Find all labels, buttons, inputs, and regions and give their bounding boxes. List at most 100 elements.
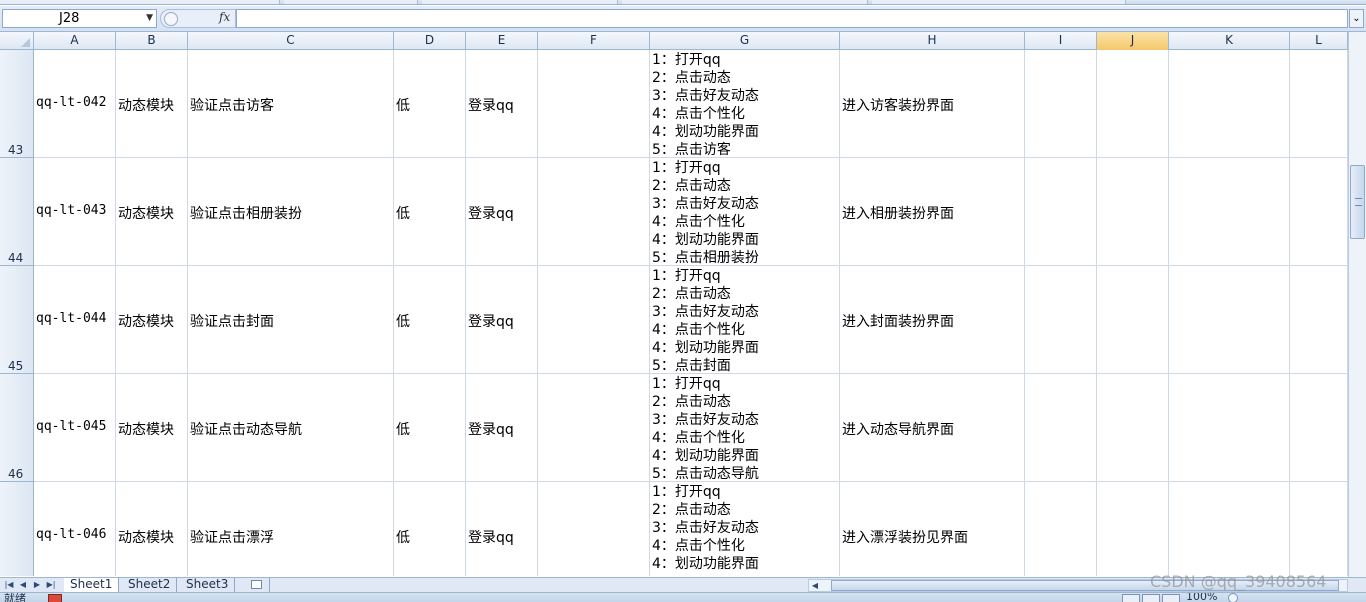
cell-col-c[interactable]: 验证点击漂浮 bbox=[188, 482, 394, 576]
name-box[interactable]: J28 ▼ bbox=[2, 9, 157, 28]
cell-col-k[interactable] bbox=[1169, 158, 1290, 266]
formula-input[interactable] bbox=[236, 9, 1348, 28]
cell-col-a[interactable]: qq-lt-045 bbox=[34, 374, 116, 482]
zoom-level[interactable]: 100% bbox=[1186, 593, 1217, 602]
cell-col-e[interactable]: 登录qq bbox=[466, 374, 538, 482]
sheet-tab-2[interactable]: Sheet2 bbox=[122, 578, 178, 592]
column-header-k[interactable]: K bbox=[1169, 32, 1290, 50]
page-break-view-icon[interactable] bbox=[1162, 594, 1180, 602]
scroll-left-icon[interactable]: ◀ bbox=[809, 580, 821, 591]
first-sheet-icon[interactable]: |◀ bbox=[3, 579, 15, 591]
cell-col-h[interactable]: 进入封面装扮界面 bbox=[840, 266, 1025, 374]
vertical-scrollbar[interactable] bbox=[1348, 32, 1366, 577]
cell-col-i[interactable] bbox=[1025, 266, 1097, 374]
cell-col-d[interactable]: 低 bbox=[394, 266, 466, 374]
cell-col-j[interactable] bbox=[1097, 482, 1169, 576]
column-header-j[interactable]: J bbox=[1097, 32, 1169, 50]
cell-col-h[interactable]: 进入相册装扮界面 bbox=[840, 158, 1025, 266]
cell-col-e[interactable]: 登录qq bbox=[466, 482, 538, 576]
cell-col-b[interactable]: 动态模块 bbox=[116, 158, 188, 266]
cell-col-c[interactable]: 验证点击相册装扮 bbox=[188, 158, 394, 266]
cell-col-c[interactable]: 验证点击访客 bbox=[188, 50, 394, 158]
cell-col-g[interactable]: 1：打开qq 2：点击动态 3：点击好友动态 4：点击个性化 4：划动功能界面 5：点击访… bbox=[650, 50, 840, 158]
cell-col-g[interactable]: 1：打开qq 2：点击动态 3：点击好友动态 4：点击个性化 4：划动功能界面 5：点击相… bbox=[650, 158, 840, 266]
cell-col-a[interactable]: qq-lt-042 bbox=[34, 50, 116, 158]
cell-col-f[interactable] bbox=[538, 482, 650, 576]
column-header-b[interactable]: B bbox=[116, 32, 188, 50]
cell-col-d[interactable]: 低 bbox=[394, 482, 466, 576]
column-header-e[interactable]: E bbox=[466, 32, 538, 50]
expand-icon[interactable]: ⌄ bbox=[1349, 9, 1364, 28]
cell-col-e[interactable]: 登录qq bbox=[466, 266, 538, 374]
last-sheet-icon[interactable]: ▶| bbox=[45, 579, 57, 591]
cell-col-d[interactable]: 低 bbox=[394, 374, 466, 482]
row-header[interactable]: 43 bbox=[0, 50, 34, 158]
macro-record-icon[interactable] bbox=[48, 594, 62, 602]
row-header[interactable]: 46 bbox=[0, 374, 34, 482]
cell-col-i[interactable] bbox=[1025, 482, 1097, 576]
cell-col-g[interactable]: 1：打开qq 2：点击动态 3：点击好友动态 4：点击个性化 4：划动功能界面 5：点击封… bbox=[650, 266, 840, 374]
cancel-icon[interactable] bbox=[164, 12, 178, 26]
cell-col-h[interactable]: 进入访客装扮界面 bbox=[840, 50, 1025, 158]
sheet-tab-1[interactable]: Sheet1 bbox=[64, 578, 120, 592]
cell-col-j[interactable] bbox=[1097, 50, 1169, 158]
cell-col-b[interactable]: 动态模块 bbox=[116, 266, 188, 374]
column-header-h[interactable]: H bbox=[840, 32, 1025, 50]
row-header[interactable]: 47 bbox=[0, 482, 34, 576]
cell-col-g[interactable]: 1：打开qq 2：点击动态 3：点击好友动态 4：点击个性化 4：划动功能界面 bbox=[650, 482, 840, 576]
insert-sheet-button[interactable] bbox=[246, 578, 270, 592]
column-header-c[interactable]: C bbox=[188, 32, 394, 50]
chevron-down-icon[interactable]: ▼ bbox=[146, 10, 153, 27]
cell-col-a[interactable]: qq-lt-044 bbox=[34, 266, 116, 374]
cell-col-i[interactable] bbox=[1025, 158, 1097, 266]
column-header-d[interactable]: D bbox=[394, 32, 466, 50]
page-layout-view-icon[interactable] bbox=[1142, 594, 1160, 602]
column-header-f[interactable]: F bbox=[538, 32, 650, 50]
zoom-slider[interactable] bbox=[1228, 593, 1238, 602]
cell-col-k[interactable] bbox=[1169, 266, 1290, 374]
cell-col-d[interactable]: 低 bbox=[394, 50, 466, 158]
cell-col-l[interactable] bbox=[1290, 374, 1348, 482]
cell-col-d[interactable]: 低 bbox=[394, 158, 466, 266]
cell-col-e[interactable]: 登录qq bbox=[466, 158, 538, 266]
cell-col-i[interactable] bbox=[1025, 50, 1097, 158]
cell-col-i[interactable] bbox=[1025, 374, 1097, 482]
function-icon[interactable]: fx bbox=[219, 10, 230, 24]
cell-col-j[interactable] bbox=[1097, 266, 1169, 374]
column-header-i[interactable]: I bbox=[1025, 32, 1097, 50]
column-header-g[interactable]: G bbox=[650, 32, 840, 50]
cell-col-f[interactable] bbox=[538, 266, 650, 374]
column-header-l[interactable]: L bbox=[1290, 32, 1348, 50]
cell-col-l[interactable] bbox=[1290, 50, 1348, 158]
cell-col-b[interactable]: 动态模块 bbox=[116, 50, 188, 158]
next-sheet-icon[interactable]: ▶ bbox=[31, 579, 43, 591]
cell-col-c[interactable]: 验证点击封面 bbox=[188, 266, 394, 374]
sheet-tab-3[interactable]: Sheet3 bbox=[180, 578, 236, 592]
cell-col-f[interactable] bbox=[538, 50, 650, 158]
cell-col-g[interactable]: 1：打开qq 2：点击动态 3：点击好友动态 4：点击个性化 4：划动功能界面 5：点击动… bbox=[650, 374, 840, 482]
cell-col-a[interactable]: qq-lt-043 bbox=[34, 158, 116, 266]
cell-col-j[interactable] bbox=[1097, 374, 1169, 482]
row-header[interactable]: 44 bbox=[0, 158, 34, 266]
cell-col-f[interactable] bbox=[538, 158, 650, 266]
cell-col-l[interactable] bbox=[1290, 482, 1348, 576]
scrollbar-thumb[interactable] bbox=[1350, 165, 1365, 239]
cell-col-j[interactable] bbox=[1097, 158, 1169, 266]
cell-col-b[interactable]: 动态模块 bbox=[116, 374, 188, 482]
row-header[interactable]: 45 bbox=[0, 266, 34, 374]
worksheet-grid[interactable]: 43 qq-lt-042 动态模块 验证点击访客低登录qq 1：打开qq 2：点击动态 3：… bbox=[0, 50, 1348, 576]
cell-col-h[interactable]: 进入动态导航界面 bbox=[840, 374, 1025, 482]
cell-col-f[interactable] bbox=[538, 374, 650, 482]
cell-col-k[interactable] bbox=[1169, 50, 1290, 158]
cell-col-l[interactable] bbox=[1290, 266, 1348, 374]
cell-col-b[interactable]: 动态模块 bbox=[116, 482, 188, 576]
cell-col-e[interactable]: 登录qq bbox=[466, 50, 538, 158]
cell-col-c[interactable]: 验证点击动态导航 bbox=[188, 374, 394, 482]
column-header-a[interactable]: A bbox=[34, 32, 116, 50]
cell-col-k[interactable] bbox=[1169, 482, 1290, 576]
select-all-button[interactable] bbox=[0, 32, 34, 50]
cell-col-k[interactable] bbox=[1169, 374, 1290, 482]
prev-sheet-icon[interactable]: ◀ bbox=[17, 579, 29, 591]
cell-col-a[interactable]: qq-lt-046 bbox=[34, 482, 116, 576]
cell-col-l[interactable] bbox=[1290, 158, 1348, 266]
